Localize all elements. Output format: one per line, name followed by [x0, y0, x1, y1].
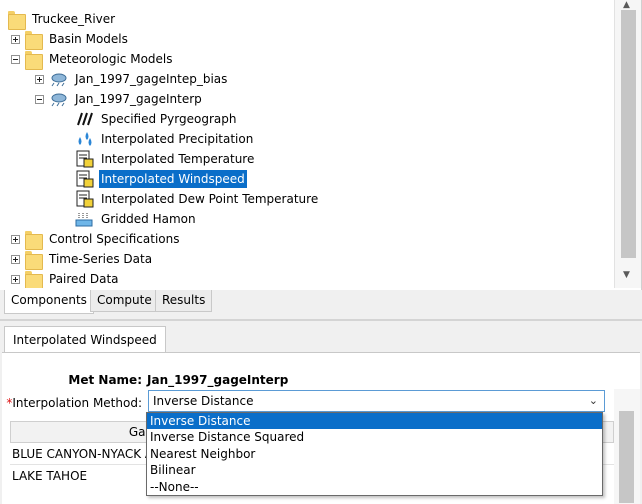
interpolation-method-label: *Interpolation Method: — [6, 396, 142, 410]
folder-icon — [25, 30, 43, 50]
editor-tab[interactable]: Interpolated Windspeed — [4, 326, 166, 352]
explorer-tabs: Components Compute Results — [0, 290, 642, 314]
splitter[interactable] — [0, 319, 642, 321]
tree-node-label: Interpolated Temperature — [101, 152, 255, 166]
tree-node-label: Basin Models — [49, 32, 128, 46]
met-model-icon — [49, 90, 69, 108]
option-inverse-distance-squared[interactable]: Inverse Distance Squared — [147, 429, 602, 445]
gage-document-icon — [75, 190, 95, 208]
tree-node-time-series-data[interactable]: Time-Series Data — [11, 249, 154, 270]
folder-icon — [8, 10, 26, 30]
expand-icon[interactable] — [11, 254, 20, 264]
interpolation-method-dropdown: Inverse Distance Inverse Distance Square… — [146, 412, 603, 496]
gage-document-icon — [75, 150, 95, 168]
pyrgeograph-icon — [75, 110, 95, 128]
gage-name-cell: LAKE TAHOE — [12, 469, 88, 481]
tree-node-root[interactable]: Truckee_River — [8, 9, 117, 30]
interpolation-method-select[interactable]: Inverse Distance ⌄ — [148, 390, 605, 412]
tree-node-met-interp[interactable]: Jan_1997_gageInterp — [35, 89, 204, 109]
evapotranspiration-icon — [75, 210, 95, 228]
tree-node-label: Control Specifications — [49, 232, 180, 246]
tree-node-label: Gridded Hamon — [101, 212, 196, 226]
tab-results[interactable]: Results — [155, 290, 213, 312]
tab-components[interactable]: Components — [4, 290, 94, 314]
tree-node-label-selected: Interpolated Windspeed — [99, 170, 247, 188]
tree-node-meteorologic-models[interactable]: Meteorologic Models — [11, 49, 175, 70]
scroll-up-arrow-icon[interactable]: ▲ — [623, 0, 630, 10]
scrollbar-thumb[interactable] — [621, 10, 636, 258]
collapse-icon[interactable] — [11, 54, 20, 64]
expand-icon[interactable] — [35, 74, 44, 84]
tree-node-interpolated-windspeed[interactable]: Interpolated Windspeed — [75, 169, 247, 189]
tree-node-paired-data[interactable]: Paired Data — [11, 269, 121, 288]
tree-node-label: Jan_1997_gageInterp — [75, 92, 202, 106]
option-none[interactable]: --None-- — [147, 479, 602, 495]
tree-scrollbar[interactable]: ▲ ▼ — [614, 0, 641, 288]
tree-node-label: Meteorologic Models — [49, 52, 173, 66]
collapse-icon[interactable] — [35, 94, 44, 104]
tab-compute[interactable]: Compute — [90, 290, 159, 312]
met-name-label: Met Name: — [68, 373, 142, 387]
tree-node-control-specifications[interactable]: Control Specifications — [11, 229, 182, 250]
option-inverse-distance[interactable]: Inverse Distance — [147, 413, 602, 430]
met-name-value: Jan_1997_gageInterp — [147, 373, 289, 387]
folder-icon — [25, 50, 43, 70]
tree-node-met-bias[interactable]: Jan_1997_gageIntep_bias — [35, 69, 229, 89]
tree-node-label: Interpolated Precipitation — [101, 132, 254, 146]
tree-node-label: Interpolated Dew Point Temperature — [101, 192, 319, 206]
folder-icon — [25, 250, 43, 270]
tree-node-interpolated-precipitation[interactable]: Interpolated Precipitation — [75, 129, 255, 149]
editor-scrollbar[interactable] — [614, 389, 640, 504]
expand-icon[interactable] — [11, 274, 20, 284]
precipitation-drops-icon — [75, 130, 95, 148]
gage-name-cell: BLUE CANYON-NYACK A — [12, 447, 154, 461]
met-model-icon — [49, 70, 69, 88]
folder-icon — [25, 270, 43, 288]
option-nearest-neighbor[interactable]: Nearest Neighbor — [147, 446, 602, 462]
chevron-down-icon[interactable]: ⌄ — [589, 394, 598, 407]
option-bilinear[interactable]: Bilinear — [147, 462, 602, 478]
component-tree: Truckee_River Basin Models Meteorologic … — [0, 0, 614, 288]
folder-icon — [25, 230, 43, 250]
scrollbar-thumb[interactable] — [619, 411, 634, 503]
gage-document-icon — [75, 170, 95, 188]
tree-node-specified-pyrgeograph[interactable]: Specified Pyrgeograph — [75, 109, 238, 129]
interpolation-method-text: Interpolation Method: — [12, 396, 142, 410]
select-value: Inverse Distance — [153, 394, 254, 408]
tree-node-label: Time-Series Data — [49, 252, 153, 266]
tree-node-label: Paired Data — [49, 272, 119, 286]
tree-node-basin-models[interactable]: Basin Models — [11, 29, 130, 50]
expand-icon[interactable] — [11, 234, 20, 244]
scroll-down-arrow-icon[interactable]: ▼ — [623, 270, 630, 280]
component-tree-panel: Truckee_River Basin Models Meteorologic … — [0, 0, 642, 290]
tree-node-gridded-hamon[interactable]: Gridded Hamon — [75, 209, 198, 229]
tree-node-label: Jan_1997_gageIntep_bias — [75, 72, 228, 86]
expand-icon[interactable] — [11, 34, 20, 44]
tree-node-interpolated-temperature[interactable]: Interpolated Temperature — [75, 149, 256, 169]
tree-node-interpolated-dew-point[interactable]: Interpolated Dew Point Temperature — [75, 189, 320, 209]
tree-node-label: Specified Pyrgeograph — [101, 112, 237, 126]
tree-node-label: Truckee_River — [32, 12, 116, 26]
